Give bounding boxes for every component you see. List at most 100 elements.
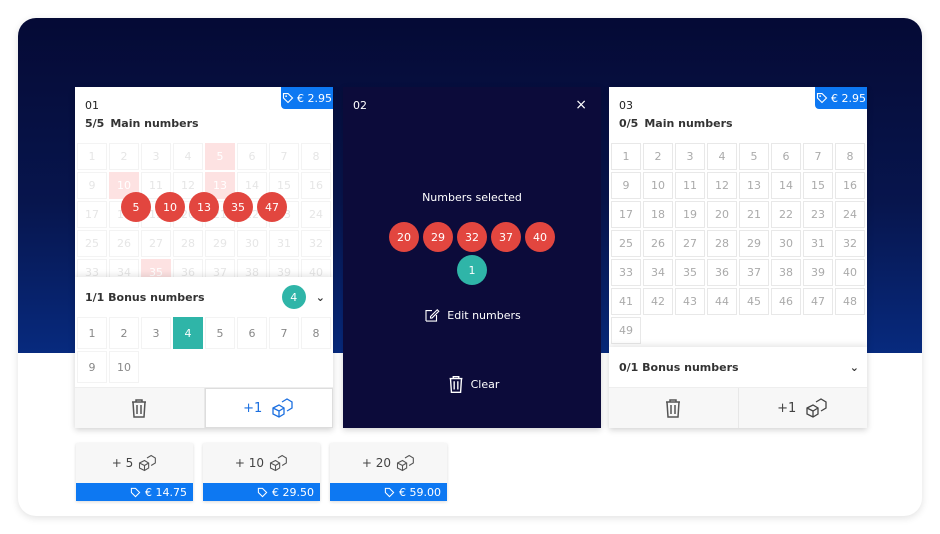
number-cell[interactable]: 5 xyxy=(739,143,769,170)
number-cell[interactable]: 36 xyxy=(707,259,737,286)
bonus-cell[interactable]: 1 xyxy=(77,317,107,349)
number-cell[interactable]: 43 xyxy=(675,288,705,315)
bonus-ball: 1 xyxy=(457,255,487,285)
bonus-cell[interactable]: 9 xyxy=(77,351,107,383)
number-cell[interactable]: 24 xyxy=(835,201,865,228)
number-cell[interactable]: 37 xyxy=(739,259,769,286)
tag-icon xyxy=(130,487,141,497)
number-cell[interactable]: 8 xyxy=(301,143,331,170)
close-icon[interactable]: × xyxy=(575,97,587,113)
number-cell[interactable]: 6 xyxy=(771,143,801,170)
number-cell[interactable]: 48 xyxy=(835,288,865,315)
number-cell[interactable]: 35 xyxy=(675,259,705,286)
bulk-quick-pick-5[interactable]: + 5 € 14.75 xyxy=(76,443,193,501)
delete-button[interactable] xyxy=(75,388,204,428)
number-cell[interactable]: 2 xyxy=(109,143,139,170)
number-cell[interactable]: 7 xyxy=(803,143,833,170)
chevron-double-down-icon[interactable]: ⌄ xyxy=(316,291,325,304)
number-cell[interactable]: 41 xyxy=(611,288,641,315)
edit-numbers-button[interactable]: Edit numbers xyxy=(343,306,601,324)
clear-button[interactable]: Clear xyxy=(343,373,601,395)
number-cell[interactable]: 3 xyxy=(675,143,705,170)
bonus-cell[interactable]: 3 xyxy=(141,317,171,349)
number-cell[interactable]: 20 xyxy=(707,201,737,228)
number-cell[interactable]: 4 xyxy=(707,143,737,170)
number-cell[interactable]: 45 xyxy=(739,288,769,315)
bulk-quick-pick-10[interactable]: + 10 € 29.50 xyxy=(203,443,320,501)
number-cell[interactable]: 27 xyxy=(675,230,705,257)
price-tag: € 2.95 xyxy=(815,87,867,109)
bonus-cell[interactable]: 8 xyxy=(301,317,331,349)
bonus-cell[interactable]: 4 xyxy=(173,317,203,349)
number-cell[interactable]: 44 xyxy=(707,288,737,315)
number-cell[interactable]: 6 xyxy=(237,143,267,170)
number-cell[interactable]: 15 xyxy=(803,172,833,199)
delete-button[interactable] xyxy=(609,388,738,428)
number-cell[interactable]: 23 xyxy=(803,201,833,228)
number-cell[interactable]: 28 xyxy=(173,230,203,257)
number-cell[interactable]: 17 xyxy=(611,201,641,228)
number-cell[interactable]: 49 xyxy=(611,317,641,344)
bonus-cell[interactable]: 2 xyxy=(109,317,139,349)
number-cell[interactable]: 30 xyxy=(237,230,267,257)
number-cell[interactable]: 1 xyxy=(77,143,107,170)
number-cell[interactable]: 25 xyxy=(611,230,641,257)
number-cell[interactable]: 22 xyxy=(771,201,801,228)
number-cell[interactable]: 28 xyxy=(707,230,737,257)
chevron-double-down-icon[interactable]: ⌄ xyxy=(850,361,859,374)
number-cell[interactable]: 14 xyxy=(771,172,801,199)
number-cell[interactable]: 19 xyxy=(675,201,705,228)
number-cell[interactable]: 1 xyxy=(611,143,641,170)
number-cell[interactable]: 25 xyxy=(77,230,107,257)
number-cell[interactable]: 39 xyxy=(803,259,833,286)
number-cell[interactable]: 29 xyxy=(205,230,235,257)
bonus-cell[interactable]: 7 xyxy=(269,317,299,349)
number-cell[interactable]: 16 xyxy=(835,172,865,199)
number-cell[interactable]: 18 xyxy=(643,201,673,228)
quick-pick-button[interactable]: +1 xyxy=(203,388,333,428)
tag-icon xyxy=(384,487,395,497)
bonus-cell[interactable]: 10 xyxy=(109,351,139,383)
number-cell[interactable]: 11 xyxy=(675,172,705,199)
bonus-cell[interactable]: 5 xyxy=(205,317,235,349)
number-cell[interactable]: 46 xyxy=(771,288,801,315)
number-cell[interactable]: 27 xyxy=(141,230,171,257)
number-cell[interactable]: 2 xyxy=(643,143,673,170)
number-cell[interactable]: 47 xyxy=(803,288,833,315)
bonus-badge: 4 xyxy=(281,285,306,309)
number-cell[interactable]: 3 xyxy=(141,143,171,170)
number-cell[interactable]: 32 xyxy=(301,230,331,257)
number-cell[interactable]: 26 xyxy=(643,230,673,257)
number-cell[interactable]: 12 xyxy=(707,172,737,199)
number-cell[interactable]: 8 xyxy=(835,143,865,170)
number-cell[interactable]: 34 xyxy=(643,259,673,286)
main-ball: 32 xyxy=(457,222,487,252)
number-cell[interactable]: 7 xyxy=(269,143,299,170)
main-ball: 20 xyxy=(389,222,419,252)
number-cell[interactable]: 31 xyxy=(269,230,299,257)
bulk-quick-pick-20[interactable]: + 20 € 59.00 xyxy=(330,443,447,501)
number-cell[interactable]: 32 xyxy=(835,230,865,257)
number-cell[interactable]: 26 xyxy=(109,230,139,257)
bonus-header[interactable]: 1/1 Bonus numbers 4 ⌄ xyxy=(75,277,333,317)
number-cell[interactable]: 9 xyxy=(611,172,641,199)
number-cell[interactable]: 38 xyxy=(771,259,801,286)
ticket-panel-01: € 2.95 01 5/5 Main numbers 1 2 3 4 5 6 7 8 9 10 11 1… xyxy=(75,87,333,428)
number-cell[interactable]: 29 xyxy=(739,230,769,257)
number-cell[interactable]: 40 xyxy=(835,259,865,286)
number-cell[interactable]: 42 xyxy=(643,288,673,315)
dice-icon xyxy=(272,398,293,418)
number-cell[interactable]: 5 xyxy=(205,143,235,170)
number-cell[interactable]: 4 xyxy=(173,143,203,170)
quick-pick-button[interactable]: +1 xyxy=(737,388,867,428)
ticket-index: 02 xyxy=(353,99,367,112)
main-ball: 35 xyxy=(223,192,253,222)
number-cell[interactable]: 13 xyxy=(739,172,769,199)
bonus-cell[interactable]: 6 xyxy=(237,317,267,349)
number-cell[interactable]: 30 xyxy=(771,230,801,257)
number-cell[interactable]: 33 xyxy=(611,259,641,286)
number-cell[interactable]: 21 xyxy=(739,201,769,228)
bonus-header[interactable]: 0/1 Bonus numbers ⌄ xyxy=(609,347,867,387)
number-cell[interactable]: 31 xyxy=(803,230,833,257)
number-cell[interactable]: 10 xyxy=(643,172,673,199)
